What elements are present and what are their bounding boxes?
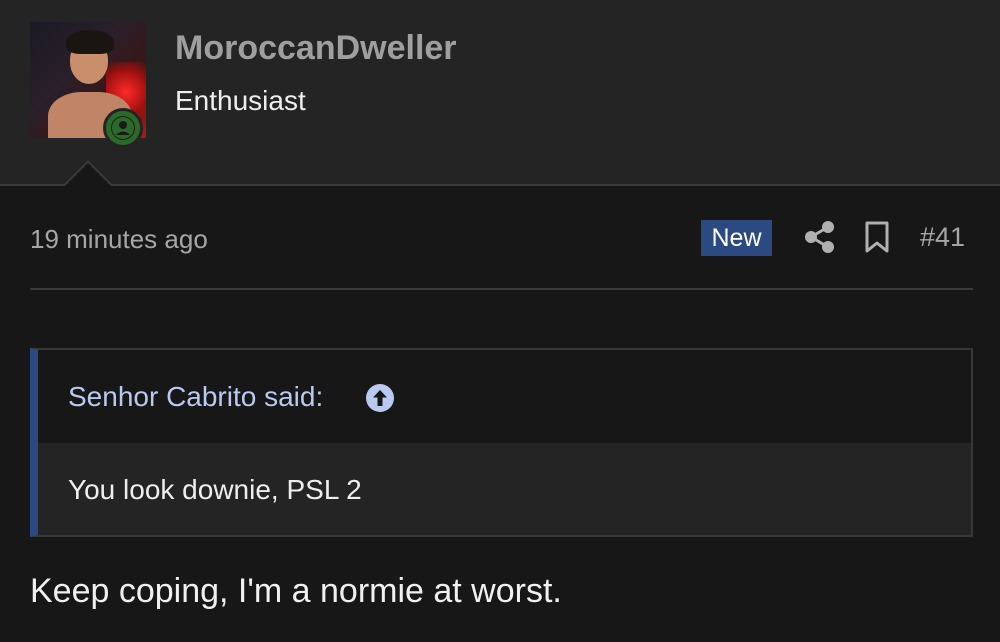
post-timestamp[interactable]: 19 minutes ago xyxy=(30,222,208,256)
username[interactable]: MoroccanDweller xyxy=(175,28,457,68)
quote-author-link[interactable]: Senhor Cabrito said: xyxy=(68,380,323,414)
user-online-icon xyxy=(103,108,143,148)
share-icon[interactable] xyxy=(804,220,836,254)
post-number-link[interactable]: #41 xyxy=(920,221,965,253)
bookmark-icon[interactable] xyxy=(862,220,892,254)
meta-divider xyxy=(30,288,973,290)
quote-block: Senhor Cabrito said: You look downie, PS… xyxy=(30,348,973,537)
header-pointer xyxy=(64,163,112,187)
avatar-hair xyxy=(66,30,114,54)
arrow-up-circle-icon[interactable] xyxy=(365,383,395,413)
new-badge: New xyxy=(701,220,772,256)
user-title: Enthusiast xyxy=(175,85,306,116)
post-message: Keep coping, I'm a normie at worst. xyxy=(30,572,562,610)
user-header: MoroccanDweller Enthusiast xyxy=(0,0,1000,186)
quote-header: Senhor Cabrito said: xyxy=(38,350,971,443)
quote-text: You look downie, PSL 2 xyxy=(68,474,362,505)
